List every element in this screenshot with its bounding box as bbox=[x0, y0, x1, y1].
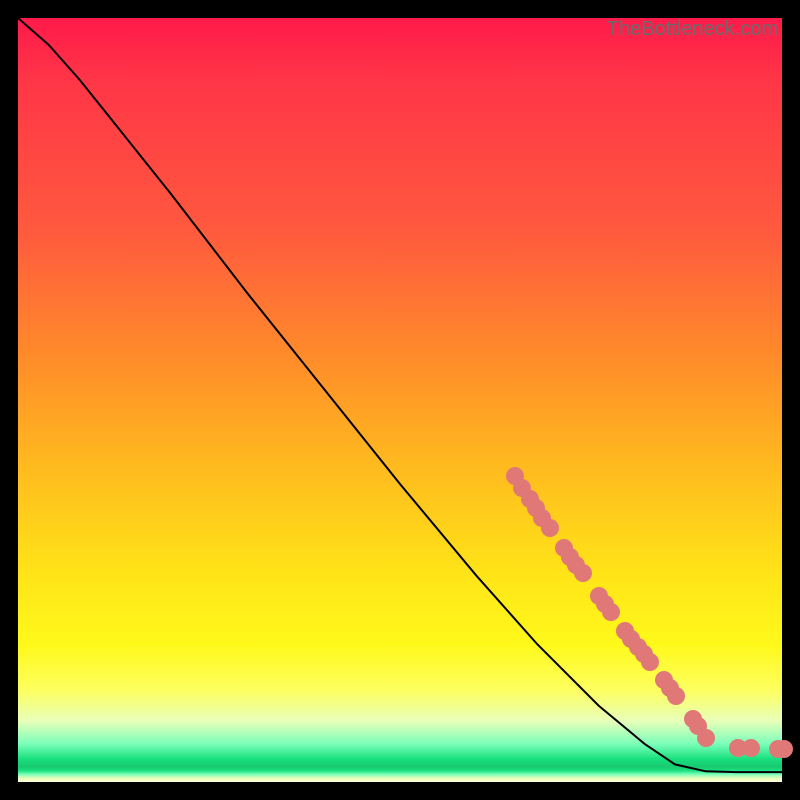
data-marker bbox=[541, 519, 559, 537]
data-marker bbox=[602, 603, 620, 621]
scatter-markers bbox=[18, 18, 782, 782]
data-marker bbox=[775, 740, 793, 758]
data-marker bbox=[742, 739, 760, 757]
data-marker bbox=[574, 564, 592, 582]
plot-area: TheBottleneck.com bbox=[18, 18, 782, 782]
data-marker bbox=[667, 687, 685, 705]
data-marker bbox=[641, 653, 659, 671]
watermark-text: TheBottleneck.com bbox=[607, 18, 778, 41]
chart-stage: TheBottleneck.com bbox=[0, 0, 800, 800]
data-marker bbox=[697, 729, 715, 747]
